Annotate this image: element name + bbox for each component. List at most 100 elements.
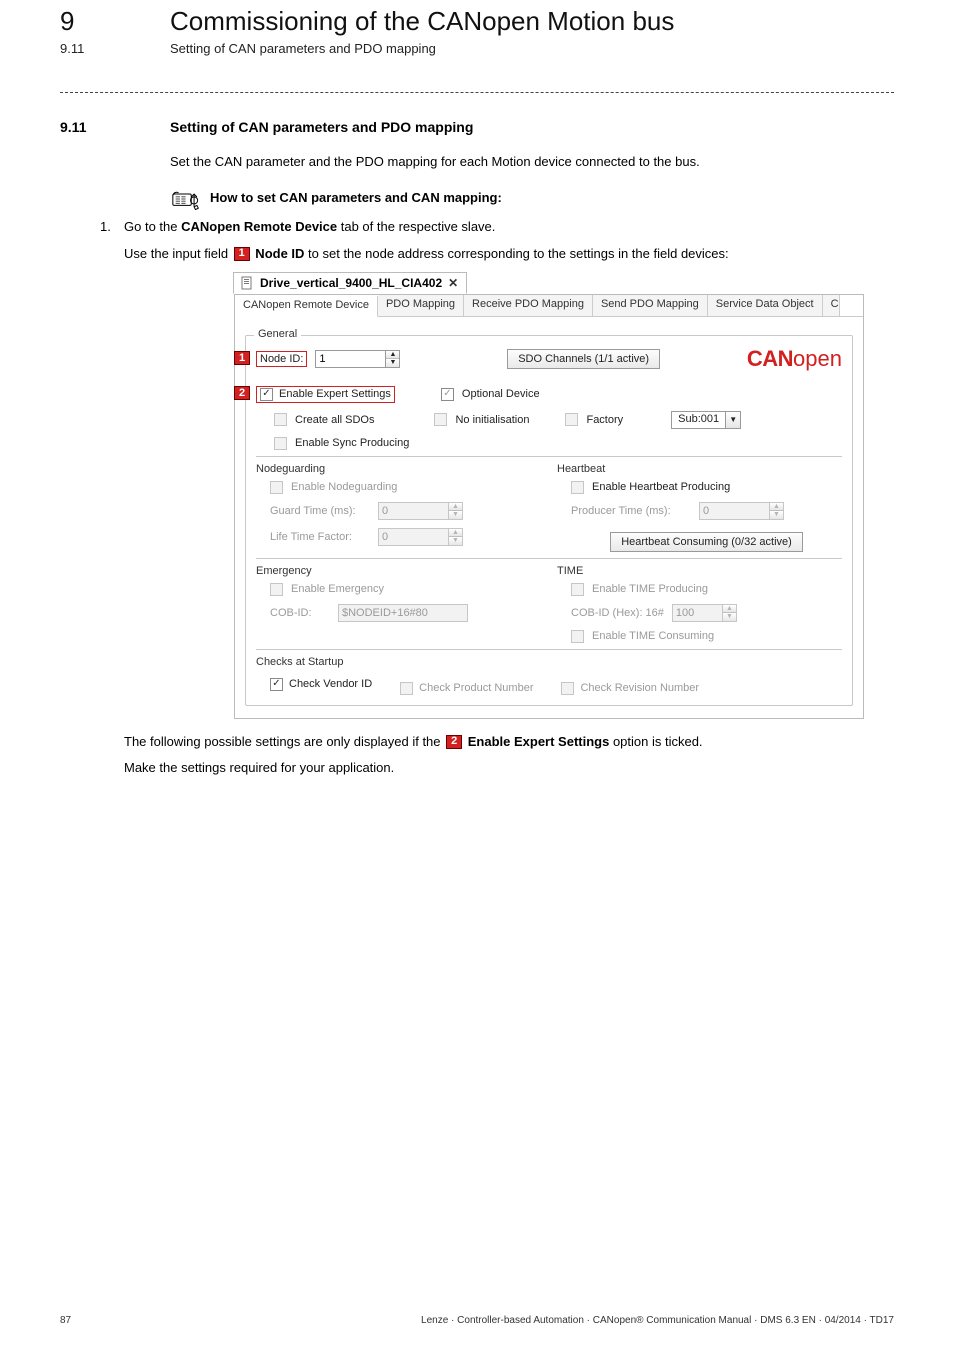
enable-emergency-checkbox[interactable] (270, 583, 283, 596)
no-init-checkbox[interactable] (434, 413, 447, 426)
life-time-label: Life Time Factor: (270, 531, 370, 543)
after-shot-paragraph-1: The following possible settings are only… (124, 733, 894, 752)
tab-send-pdo-mapping[interactable]: Send PDO Mapping (593, 295, 708, 316)
life-time-spinner[interactable]: ▲▼ (378, 528, 463, 546)
spin-up-icon[interactable]: ▲ (449, 503, 462, 512)
section-title: Setting of CAN parameters and PDO mappin… (170, 119, 473, 135)
tab-service-data-object[interactable]: Service Data Object (708, 295, 823, 316)
enable-time-consuming-checkbox[interactable] (571, 630, 584, 643)
spin-down-icon[interactable]: ▼ (449, 511, 462, 519)
howto-heading: How to set CAN parameters and CAN mappin… (210, 189, 502, 208)
guard-time-label: Guard Time (ms): (270, 505, 370, 517)
spin-down-icon[interactable]: ▼ (449, 537, 462, 545)
subsection-number: 9.11 (60, 41, 170, 56)
check-vendor-checkbox[interactable] (270, 678, 283, 691)
enable-sync-label: Enable Sync Producing (295, 437, 409, 449)
logo-open: open (793, 346, 842, 371)
check-revision-checkbox[interactable] (561, 682, 574, 695)
tab-receive-pdo-mapping[interactable]: Receive PDO Mapping (464, 295, 593, 316)
step1b-bold: Node ID (252, 246, 305, 261)
emergency-legend: Emergency (256, 565, 541, 577)
time-cobid-spinner[interactable]: ▲▼ (672, 604, 737, 622)
check-product-label: Check Product Number (419, 682, 533, 694)
page-number: 87 (60, 1315, 71, 1326)
marker-2: 2 (234, 386, 250, 400)
section-number: 9.11 (60, 119, 170, 135)
enable-emergency-label: Enable Emergency (291, 583, 384, 595)
chevron-down-icon[interactable]: ▼ (725, 412, 740, 428)
intro-paragraph: Set the CAN parameter and the PDO mappin… (170, 153, 894, 172)
heartbeat-legend: Heartbeat (557, 463, 842, 475)
tab-canopen-remote-device[interactable]: CANopen Remote Device (235, 296, 378, 317)
tab-pdo-mapping[interactable]: PDO Mapping (378, 295, 464, 316)
optional-device-checkbox[interactable] (441, 388, 454, 401)
editor-tab-title: Drive_vertical_9400_HL_CIA402 (260, 276, 442, 290)
group-general: General 1 Node ID: ▲▼ (245, 335, 853, 706)
heartbeat-consuming-button[interactable]: Heartbeat Consuming (0/32 active) (610, 532, 803, 552)
after1-prefix: The following possible settings are only… (124, 734, 444, 749)
legend-general: General (254, 328, 301, 340)
factory-checkbox[interactable] (565, 413, 578, 426)
life-time-input[interactable] (378, 528, 448, 546)
spin-down-icon[interactable]: ▼ (386, 359, 399, 367)
producer-time-input[interactable] (699, 502, 769, 520)
time-cobid-input[interactable] (672, 604, 722, 622)
guard-time-input[interactable] (378, 502, 448, 520)
chapter-title: Commissioning of the CANopen Motion bus (170, 6, 674, 37)
spin-up-icon[interactable]: ▲ (386, 351, 399, 360)
nodeguarding-legend: Nodeguarding (256, 463, 541, 475)
step1b-prefix: Use the input field (124, 246, 232, 261)
create-all-sdos-label: Create all SDOs (295, 414, 374, 426)
editor-tab[interactable]: Drive_vertical_9400_HL_CIA402 ✕ (233, 272, 467, 294)
step-number: 1. (100, 218, 124, 237)
enable-heartbeat-checkbox[interactable] (571, 481, 584, 494)
divider (60, 92, 894, 93)
sub-select[interactable]: Sub:001 ▼ (671, 411, 741, 429)
emergency-cobid-input[interactable] (338, 604, 468, 622)
after1-bold: Enable Expert Settings (464, 734, 609, 749)
producer-time-spinner[interactable]: ▲▼ (699, 502, 784, 520)
spin-up-icon[interactable]: ▲ (449, 529, 462, 538)
close-icon[interactable]: ✕ (448, 276, 458, 290)
node-id-label: Node ID: (260, 353, 303, 365)
step1-prefix: Go to the (124, 219, 181, 234)
chapter-number: 9 (60, 6, 170, 37)
enable-nodeguarding-label: Enable Nodeguarding (291, 481, 397, 493)
enable-time-producing-label: Enable TIME Producing (592, 583, 708, 595)
producer-time-label: Producer Time (ms): (571, 505, 691, 517)
check-vendor-label: Check Vendor ID (289, 678, 372, 690)
after-shot-paragraph-2: Make the settings required for your appl… (124, 759, 894, 778)
node-id-spinner[interactable]: ▲▼ (315, 350, 400, 368)
guard-time-spinner[interactable]: ▲▼ (378, 502, 463, 520)
logo-can: CAN (747, 346, 793, 371)
optional-device-label: Optional Device (462, 388, 540, 400)
step1b-suffix: to set the node address corresponding to… (304, 246, 728, 261)
node-id-input[interactable] (315, 350, 385, 368)
canopen-logo: CANopen (747, 346, 842, 372)
enable-expert-checkbox[interactable] (260, 388, 273, 401)
check-product-checkbox[interactable] (400, 682, 413, 695)
enable-time-producing-checkbox[interactable] (571, 583, 584, 596)
marker-1-inline: 1 (234, 247, 250, 261)
step1-bold: CANopen Remote Device (181, 219, 337, 234)
spin-down-icon[interactable]: ▼ (770, 511, 783, 519)
spin-down-icon[interactable]: ▼ (723, 613, 736, 621)
footer-text: Lenze · Controller-based Automation · CA… (421, 1315, 894, 1326)
step-1-text: Go to the CANopen Remote Device tab of t… (124, 218, 894, 237)
check-revision-label: Check Revision Number (580, 682, 699, 694)
create-all-sdos-checkbox[interactable] (274, 413, 287, 426)
spin-up-icon[interactable]: ▲ (770, 503, 783, 512)
enable-nodeguarding-checkbox[interactable] (270, 481, 283, 494)
document-icon (240, 276, 254, 290)
no-init-label: No initialisation (455, 414, 529, 426)
time-legend: TIME (557, 565, 842, 577)
spin-up-icon[interactable]: ▲ (723, 605, 736, 614)
dialog-canopen-remote-device: CANopen Remote Device PDO Mapping Receiv… (234, 294, 864, 719)
tab-overflow[interactable]: C (823, 295, 840, 316)
sub-select-value: Sub:001 (672, 412, 725, 428)
sdo-channels-button[interactable]: SDO Channels (1/1 active) (507, 349, 660, 369)
enable-sync-checkbox[interactable] (274, 437, 287, 450)
checks-legend: Checks at Startup (256, 656, 842, 668)
procedure-icon (170, 188, 204, 210)
time-cobid-label: COB-ID (Hex): 16# (571, 607, 664, 619)
